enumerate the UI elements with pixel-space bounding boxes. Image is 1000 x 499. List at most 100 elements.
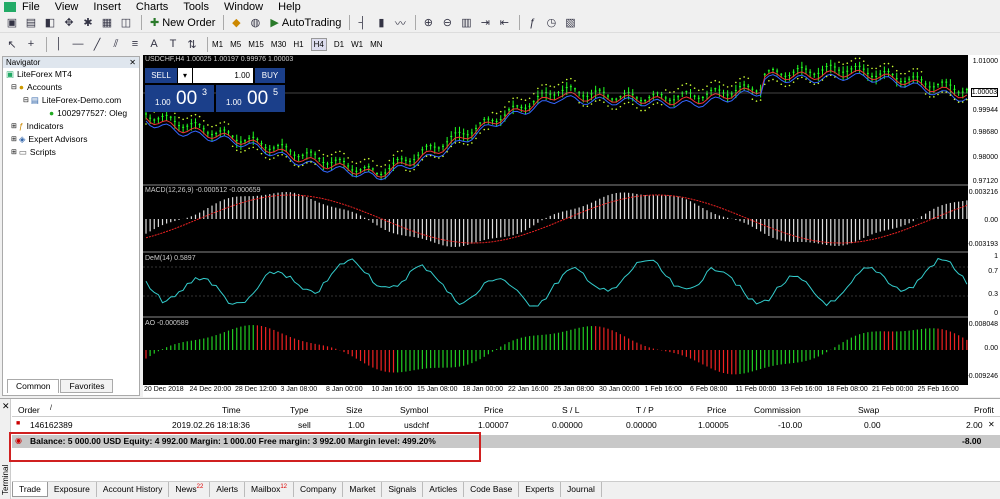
menu-help[interactable]: Help bbox=[278, 1, 301, 13]
nav-item-scripts[interactable]: ⊞ ▭ Scripts bbox=[3, 146, 139, 159]
candlestick-icon[interactable]: ▮ bbox=[373, 15, 389, 31]
collapse-icon[interactable]: ⊟ bbox=[11, 81, 17, 94]
signals-icon[interactable]: ◍ bbox=[247, 15, 263, 31]
buy-button[interactable]: BUY bbox=[255, 68, 285, 83]
market-watch-icon[interactable]: ◧ bbox=[42, 15, 58, 31]
timeframe-w1[interactable]: W1 bbox=[351, 40, 363, 49]
trendline-icon[interactable]: ╱ bbox=[89, 36, 105, 52]
text-label-icon[interactable]: T bbox=[165, 36, 181, 52]
tab-common[interactable]: Common bbox=[7, 379, 60, 393]
tab-experts[interactable]: Experts bbox=[519, 482, 562, 497]
col-commission[interactable]: Commission bbox=[754, 405, 801, 415]
ask-price-button[interactable]: 1.00 00 5 bbox=[216, 85, 285, 112]
cell-type: sell bbox=[298, 420, 311, 430]
tab-alerts[interactable]: Alerts bbox=[210, 482, 246, 497]
lot-size-input[interactable]: 1.00 bbox=[193, 68, 253, 83]
line-chart-icon[interactable]: 〰 bbox=[392, 15, 408, 31]
autotrading-button[interactable]: ▶ AutoTrading bbox=[266, 14, 345, 31]
timeframe-m5[interactable]: M5 bbox=[230, 40, 241, 49]
close-order-icon[interactable]: ✕ bbox=[988, 420, 995, 429]
col-size[interactable]: Size bbox=[346, 405, 363, 415]
arrows-icon[interactable]: ⇅ bbox=[184, 36, 200, 52]
templates-icon[interactable]: ▧ bbox=[562, 15, 578, 31]
text-icon[interactable]: A bbox=[146, 36, 162, 52]
col-sl[interactable]: S / L bbox=[562, 405, 579, 415]
timeframe-m15[interactable]: M15 bbox=[248, 40, 264, 49]
indicators-icon[interactable]: ƒ bbox=[524, 15, 540, 31]
col-swap[interactable]: Swap bbox=[858, 405, 879, 415]
tab-signals[interactable]: Signals bbox=[382, 482, 424, 497]
horizontal-line-icon[interactable]: — bbox=[70, 36, 86, 52]
cursor-icon[interactable]: ↖ bbox=[4, 36, 20, 52]
nav-item-indicators[interactable]: ⊞ ƒ Indicators bbox=[3, 120, 139, 133]
new-order-button[interactable]: ✚ New Order bbox=[146, 14, 219, 31]
col-current-price[interactable]: Price bbox=[707, 405, 726, 415]
profiles-icon[interactable]: ▤ bbox=[23, 15, 39, 31]
nav-item-server[interactable]: ⊟ ▤ LiteForex-Demo.com bbox=[3, 94, 139, 107]
tab-trade[interactable]: Trade bbox=[12, 482, 48, 497]
expand-icon[interactable]: ⊞ bbox=[11, 120, 17, 133]
bid-price-button[interactable]: 1.00 00 3 bbox=[145, 85, 214, 112]
tab-news[interactable]: News22 bbox=[169, 482, 211, 497]
col-type[interactable]: Type bbox=[290, 405, 308, 415]
lot-dropdown-icon[interactable]: ▾ bbox=[178, 68, 192, 83]
timeframe-h1[interactable]: H1 bbox=[293, 40, 303, 49]
menu-window[interactable]: Window bbox=[224, 1, 263, 13]
col-tp[interactable]: T / P bbox=[636, 405, 654, 415]
timeframe-m1[interactable]: M1 bbox=[212, 40, 223, 49]
equidistant-channel-icon[interactable]: ⫽ bbox=[108, 36, 124, 52]
new-chart-icon[interactable]: ▣ bbox=[4, 15, 20, 31]
menu-view[interactable]: View bbox=[55, 1, 79, 13]
time-tick: 11 Feb 00:00 bbox=[735, 386, 777, 393]
zoom-in-icon[interactable]: ⊕ bbox=[420, 15, 436, 31]
chart-shift-icon[interactable]: ⇤ bbox=[496, 15, 512, 31]
fibonacci-icon[interactable]: ≡ bbox=[127, 36, 143, 52]
menu-insert[interactable]: Insert bbox=[93, 1, 121, 13]
zoom-out-icon[interactable]: ⊖ bbox=[439, 15, 455, 31]
nav-item-broker[interactable]: ▣ LiteForex MT4 bbox=[3, 68, 139, 81]
tab-account-history[interactable]: Account History bbox=[97, 482, 170, 497]
nav-item-accounts[interactable]: ⊟ ● Accounts bbox=[3, 81, 139, 94]
periods-icon[interactable]: ◷ bbox=[543, 15, 559, 31]
tab-journal[interactable]: Journal bbox=[561, 482, 602, 497]
tab-market[interactable]: Market bbox=[343, 482, 383, 497]
tab-mailbox[interactable]: Mailbox12 bbox=[245, 482, 295, 497]
menu-charts[interactable]: Charts bbox=[136, 1, 168, 13]
tab-exposure[interactable]: Exposure bbox=[48, 482, 97, 497]
menu-file[interactable]: File bbox=[22, 1, 40, 13]
table-row[interactable]: ■ 146162389 2019.02.26 18:18:36 sell 1.0… bbox=[12, 419, 1000, 431]
col-order[interactable]: Order bbox=[18, 405, 40, 415]
tile-windows-icon[interactable]: ▥ bbox=[458, 15, 474, 31]
sell-button[interactable]: SELL bbox=[145, 68, 177, 83]
expand-icon[interactable]: ⊞ bbox=[11, 146, 17, 159]
auto-scroll-icon[interactable]: ⇥ bbox=[477, 15, 493, 31]
nav-item-account[interactable]: ● 1002977527: Oleg bbox=[3, 107, 139, 120]
timeframe-h4[interactable]: H4 bbox=[310, 37, 327, 51]
col-symbol[interactable]: Symbol bbox=[400, 405, 428, 415]
tab-favorites[interactable]: Favorites bbox=[60, 379, 114, 393]
metaeditor-icon[interactable]: ◆ bbox=[228, 15, 244, 31]
tab-articles[interactable]: Articles bbox=[423, 482, 465, 497]
crosshair-icon[interactable]: + bbox=[23, 36, 39, 52]
timeframe-d1[interactable]: D1 bbox=[334, 40, 344, 49]
timeframe-mn[interactable]: MN bbox=[370, 40, 382, 49]
col-price[interactable]: Price bbox=[484, 405, 503, 415]
toolbar-divider bbox=[46, 36, 47, 52]
nav-item-experts[interactable]: ⊞ ◈ Expert Advisors bbox=[3, 133, 139, 146]
tab-code-base[interactable]: Code Base bbox=[464, 482, 520, 497]
col-profit[interactable]: Profit bbox=[974, 405, 994, 415]
collapse-icon[interactable]: ⊟ bbox=[23, 94, 29, 107]
terminal-icon[interactable]: ▦ bbox=[99, 15, 115, 31]
tab-company[interactable]: Company bbox=[294, 482, 344, 497]
bar-chart-icon[interactable]: ┤ bbox=[354, 15, 370, 31]
strategy-tester-icon[interactable]: ◫ bbox=[118, 15, 134, 31]
vertical-line-icon[interactable]: │ bbox=[51, 36, 67, 52]
close-icon[interactable]: ✕ bbox=[2, 401, 10, 412]
close-icon[interactable]: ✕ bbox=[129, 57, 136, 68]
menu-tools[interactable]: Tools bbox=[183, 1, 209, 13]
data-window-icon[interactable]: ✥ bbox=[61, 15, 77, 31]
col-time[interactable]: Time bbox=[222, 405, 241, 415]
expand-icon[interactable]: ⊞ bbox=[11, 133, 17, 146]
timeframe-m30[interactable]: M30 bbox=[271, 40, 287, 49]
navigator-icon[interactable]: ✱ bbox=[80, 15, 96, 31]
